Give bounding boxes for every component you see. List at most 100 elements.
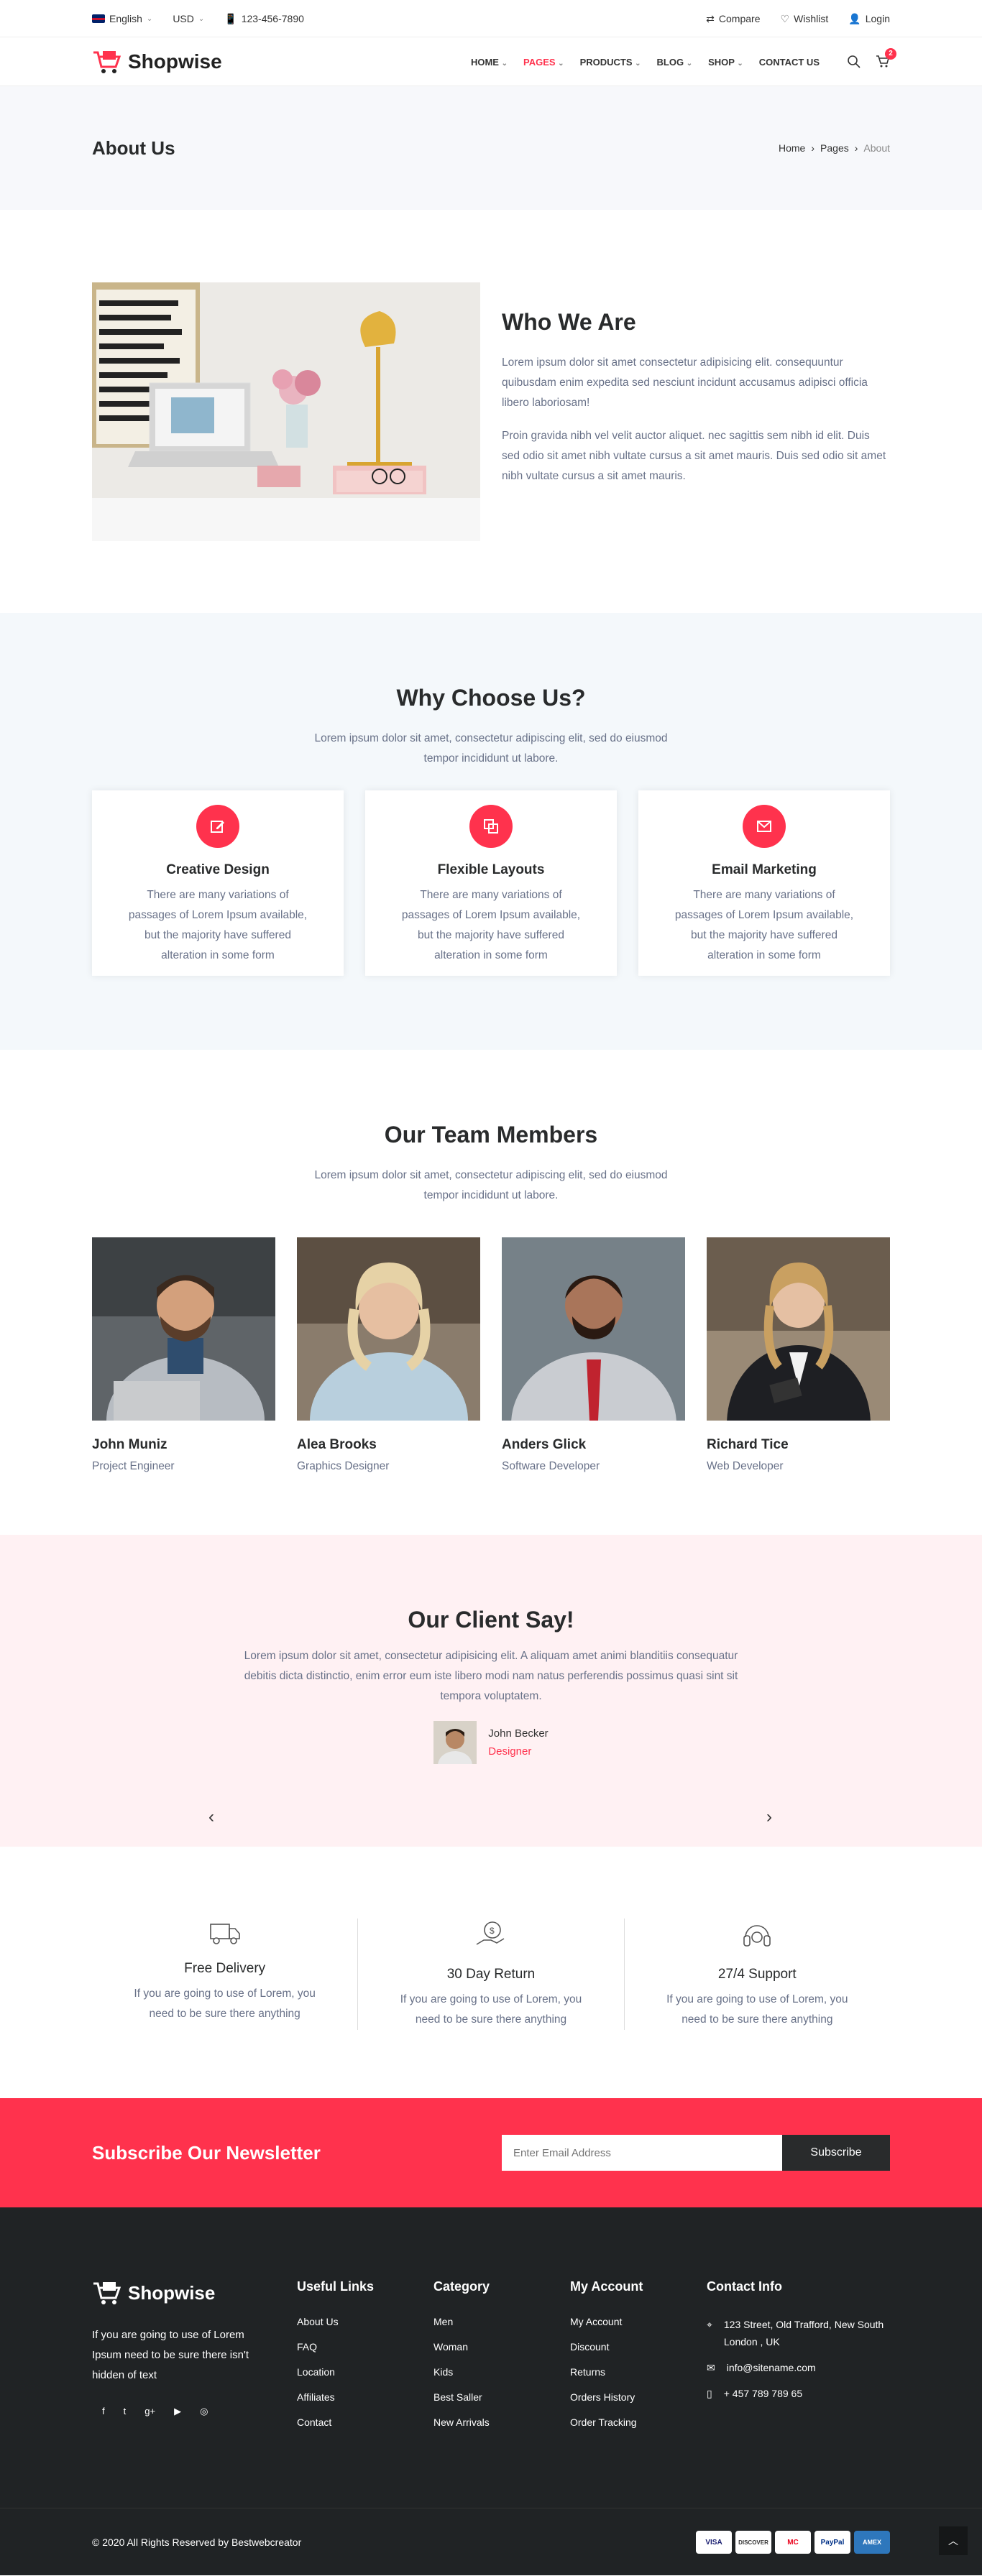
phone-icon: 📱 — [224, 12, 237, 24]
cart-count-badge: 2 — [885, 47, 896, 60]
footer-link[interactable]: Kids — [433, 2366, 570, 2378]
footer-link[interactable]: New Arrivals — [433, 2416, 570, 2428]
shipping-features-section: Free Delivery If you are going to use of… — [0, 1847, 982, 2098]
footer-link[interactable]: Contact — [297, 2416, 433, 2428]
footer-link[interactable]: Order Tracking — [570, 2416, 707, 2428]
footer-logo[interactable]: Shopwise — [92, 2279, 297, 2307]
footer-useful-links: Useful Links About Us FAQ Location Affiliat… — [297, 2279, 433, 2442]
feature-title: 30 Day Return — [446, 1967, 536, 1982]
shopping-cart-logo-icon — [93, 51, 121, 73]
facebook-icon[interactable]: f — [102, 2406, 105, 2417]
main-nav: HOME ⌄ PAGES ⌄ PRODUCTS ⌄ BLOG ⌄ SHOP ⌄ … — [471, 47, 896, 70]
team-member-photo — [297, 1237, 480, 1489]
nav-home[interactable]: HOME ⌄ — [471, 57, 508, 68]
cart-button[interactable]: 2 — [876, 47, 896, 70]
card-title: Email Marketing — [712, 862, 817, 877]
footer-link[interactable]: Woman — [433, 2341, 570, 2353]
nav-contact[interactable]: CONTACT US — [759, 57, 820, 68]
feature-card: Email Marketing There are many variation… — [638, 790, 890, 976]
chevron-right-icon: › — [854, 142, 858, 154]
breadcrumb-home[interactable]: Home — [779, 142, 805, 154]
footer-link[interactable]: Location — [297, 2366, 433, 2378]
search-icon[interactable] — [847, 55, 861, 69]
team-member-photo — [707, 1237, 890, 1503]
currency-select[interactable]: USD ⌄ — [173, 13, 204, 24]
footer: Shopwise If you are going to use of Lore… — [0, 2207, 982, 2575]
youtube-icon[interactable]: ▶ — [174, 2406, 181, 2417]
about-section: Who We Are Lorem ipsum dolor sit amet co… — [0, 210, 982, 612]
footer-link[interactable]: Returns — [570, 2366, 707, 2378]
team-member-photo — [502, 1237, 685, 1496]
member-role: Project Engineer — [92, 1460, 175, 1472]
amex-icon: AMEX — [854, 2531, 890, 2554]
compare-link[interactable]: ⇄ Compare — [706, 13, 760, 25]
team-section: Our Team Members Lorem ipsum dolor sit a… — [0, 1050, 982, 1535]
feature-title: 27/4 Support — [717, 1967, 797, 1982]
social-links: f t g+ ▶ ◎ — [92, 2406, 297, 2417]
instagram-icon[interactable]: ◎ — [200, 2406, 208, 2417]
truck-icon — [209, 1924, 240, 1944]
member-name: Anders Glick — [502, 1437, 587, 1452]
nav-label: BLOG — [656, 56, 684, 68]
about-heading: Who We Are — [502, 309, 636, 335]
testimonial-section: Our Client Say! Lorem ipsum dolor sit am… — [0, 1535, 982, 1847]
section-title: Why Choose Us? — [396, 685, 586, 711]
wishlist-link[interactable]: ♡ Wishlist — [781, 13, 829, 25]
mail-icon: ✉ — [707, 2362, 715, 2373]
footer-contact: Contact Info ⌖ 123 Street, Old Trafford, … — [707, 2279, 890, 2442]
mail-icon — [743, 805, 786, 848]
footer-link[interactable]: Men — [433, 2316, 570, 2327]
newsletter-form: Subscribe — [502, 2135, 890, 2171]
layers-icon — [469, 805, 513, 848]
member-role: Graphics Designer — [297, 1460, 390, 1472]
footer-link[interactable]: About Us — [297, 2316, 433, 2327]
nav-pages[interactable]: PAGES ⌄ — [523, 57, 564, 68]
team-member[interactable]: John Muniz Project Engineer — [92, 1237, 275, 1485]
team-member[interactable]: Anders Glick Software Developer — [502, 1237, 685, 1496]
nav-products[interactable]: PRODUCTS ⌄ — [580, 57, 641, 68]
language-label: English — [109, 13, 142, 24]
section-subtitle: Lorem ipsum dolor sit amet, consectetur … — [314, 1169, 668, 1201]
map-pin-icon: ⌖ — [707, 2319, 712, 2330]
footer-link[interactable]: Orders History — [570, 2391, 707, 2403]
nav-shop[interactable]: SHOP ⌄ — [708, 57, 743, 68]
footer-link[interactable]: Affiliates — [297, 2391, 433, 2403]
google-plus-icon[interactable]: g+ — [144, 2406, 155, 2417]
footer-my-account: My Account My Account Discount Returns Orde… — [570, 2279, 707, 2442]
phone-contact: 📱 123-456-7890 — [224, 13, 304, 25]
member-name: John Muniz — [92, 1437, 168, 1452]
section-title: Our Team Members — [384, 1122, 598, 1148]
footer-column-title: Contact Info — [707, 2279, 782, 2294]
member-role: Web Developer — [707, 1460, 784, 1472]
mastercard-icon: MC — [775, 2531, 811, 2554]
subscribe-button[interactable]: Subscribe — [782, 2135, 890, 2171]
language-select[interactable]: English ⌄ — [92, 13, 152, 24]
payment-methods: VISA DISCOVER MC PayPal AMEX — [696, 2531, 890, 2554]
email-field[interactable] — [502, 2135, 782, 2171]
phone-text: + 457 789 789 65 — [723, 2388, 803, 2399]
carousel-prev-arrow-icon[interactable]: ‹ — [208, 1807, 214, 1827]
email-text: info@sitename.com — [726, 2362, 816, 2373]
contact-email[interactable]: ✉ info@sitename.com — [707, 2359, 890, 2376]
team-member[interactable]: Alea Brooks Graphics Designer — [297, 1237, 480, 1489]
paypal-icon: PayPal — [814, 2531, 850, 2554]
chevron-down-icon: ⌄ — [737, 59, 743, 68]
shuffle-icon: ⇄ — [706, 12, 715, 24]
logo[interactable]: Shopwise — [92, 48, 222, 75]
footer-link[interactable]: Best Saller — [433, 2391, 570, 2403]
scroll-to-top-button[interactable]: ︿ — [939, 2526, 968, 2555]
team-member[interactable]: Richard Tice Web Developer — [707, 1237, 890, 1503]
footer-link[interactable]: FAQ — [297, 2341, 433, 2353]
carousel-next-arrow-icon[interactable]: › — [766, 1807, 772, 1827]
footer-bottom: © 2020 All Rights Reserved by Bestwebcre… — [0, 2508, 982, 2575]
breadcrumb-pages[interactable]: Pages — [820, 142, 849, 154]
login-label: Login — [865, 13, 890, 24]
footer-link[interactable]: My Account — [570, 2316, 707, 2327]
phone-icon: ▯ — [707, 2388, 712, 2399]
nav-blog[interactable]: BLOG ⌄ — [657, 57, 693, 68]
login-link[interactable]: 👤 Login — [848, 13, 890, 25]
twitter-icon[interactable]: t — [124, 2406, 127, 2417]
footer-link[interactable]: Discount — [570, 2341, 707, 2353]
member-role: Software Developer — [502, 1460, 600, 1472]
author-role: Designer — [488, 1745, 532, 1758]
